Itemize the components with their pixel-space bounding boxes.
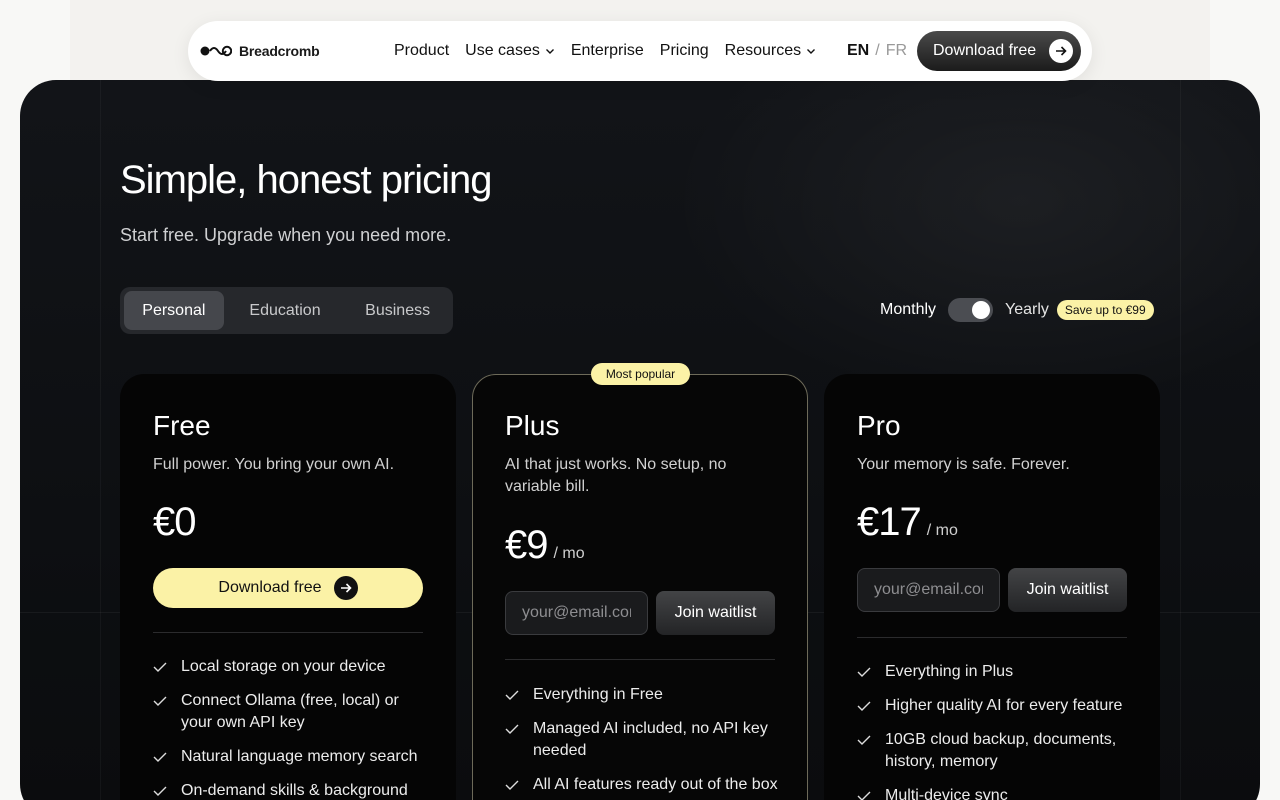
lang-en[interactable]: EN — [847, 42, 869, 60]
tab-personal[interactable]: Personal — [124, 291, 224, 330]
nav-download-label: Download free — [933, 42, 1037, 59]
plan-price: €0 — [153, 500, 196, 545]
check-icon — [857, 661, 871, 683]
price-period: / mo — [926, 522, 958, 539]
chevron-down-icon — [807, 49, 816, 54]
lang-fr[interactable]: FR — [886, 42, 907, 60]
arrow-right-icon — [1049, 39, 1073, 63]
price-value: €0 — [153, 500, 196, 544]
lang-separator: / — [875, 42, 880, 59]
page-subtitle: Start free. Upgrade when you need more. — [120, 225, 452, 245]
price-value: €17 — [857, 500, 922, 544]
menu-item-enterprise[interactable]: Enterprise — [571, 42, 644, 60]
check-icon — [857, 695, 871, 717]
check-icon — [857, 729, 871, 751]
join-waitlist-button[interactable]: Join waitlist — [656, 591, 775, 635]
check-icon — [153, 690, 167, 712]
divider — [505, 659, 775, 660]
button-label: Download free — [218, 579, 322, 596]
check-icon — [505, 718, 519, 740]
page-title: Simple, honest pricing — [120, 158, 493, 202]
yearly-label[interactable]: Yearly — [1005, 301, 1049, 319]
divider — [1180, 80, 1181, 800]
email-field[interactable] — [505, 591, 648, 635]
plan-description: Your memory is safe. Forever. — [857, 456, 1070, 473]
plan-name: Plus — [505, 410, 560, 441]
chevron-down-icon — [545, 49, 554, 54]
feature-item: Connect Ollama (free, local) or your own… — [153, 690, 433, 734]
check-icon — [153, 780, 167, 800]
feature-item: Natural language memory search — [153, 746, 433, 768]
billing-switch: Monthly Yearly Save up to €99 — [880, 298, 1154, 322]
plan-card-pro: Pro Your memory is safe. Forever. €17 / … — [824, 374, 1160, 800]
feature-list: Local storage on your device Connect Oll… — [153, 656, 433, 800]
check-icon — [153, 746, 167, 768]
feature-item: All AI features ready out of the box — [505, 774, 785, 796]
price-value: €9 — [505, 523, 548, 567]
nav-download-button[interactable]: Download free — [917, 31, 1081, 71]
menu-item-label: Resources — [724, 42, 802, 59]
download-free-button[interactable]: Download free — [153, 568, 423, 608]
menu-item-label: Product — [394, 42, 450, 59]
plan-card-free: Free Full power. You bring your own AI. … — [120, 374, 456, 800]
logo[interactable]: Breadcromb — [200, 21, 320, 81]
feature-item: Everything in Plus — [857, 661, 1137, 683]
menu-item-label: Use cases — [465, 42, 540, 59]
email-field[interactable] — [857, 568, 1000, 612]
tab-education[interactable]: Education — [228, 291, 343, 330]
plan-description: Full power. You bring your own AI. — [153, 456, 395, 473]
feature-item: Everything in Free — [505, 684, 785, 706]
save-badge: Save up to €99 — [1056, 300, 1154, 320]
plan-price: €9 / mo — [505, 523, 585, 568]
billing-toggle[interactable] — [948, 298, 994, 322]
tab-business[interactable]: Business — [346, 291, 449, 330]
menu-item-pricing[interactable]: Pricing — [660, 42, 709, 60]
check-icon — [857, 785, 871, 800]
audience-segmented-control: Personal Education Business — [120, 287, 453, 334]
most-popular-badge: Most popular — [591, 363, 690, 385]
language-switcher: EN / FR — [847, 21, 907, 81]
feature-list: Everything in Free Managed AI included, … — [505, 684, 785, 800]
main-menu: Product Use cases Enterprise Pricing Res… — [394, 21, 816, 81]
feature-item: Higher quality AI for every feature — [857, 695, 1137, 717]
feature-list: Everything in Plus Higher quality AI for… — [857, 661, 1137, 800]
menu-item-product[interactable]: Product — [394, 42, 449, 60]
check-icon — [505, 774, 519, 796]
plan-description: AI that just works. No setup, no variabl… — [505, 456, 727, 495]
join-waitlist-button[interactable]: Join waitlist — [1008, 568, 1127, 612]
check-icon — [505, 684, 519, 706]
feature-item: Local storage on your device — [153, 656, 433, 678]
plan-name: Free — [153, 410, 211, 441]
price-period: / mo — [553, 545, 585, 562]
monthly-label[interactable]: Monthly — [880, 301, 936, 319]
feature-item: On-demand skills & background — [153, 780, 433, 800]
feature-item: 10GB cloud backup, documents, history, m… — [857, 729, 1137, 773]
divider — [857, 637, 1127, 638]
top-nav: Breadcromb Product Use cases Enterprise … — [188, 21, 1092, 81]
menu-item-label: Pricing — [659, 42, 709, 59]
plan-name: Pro — [857, 410, 901, 441]
feature-item: Managed AI included, no API key needed — [505, 718, 785, 762]
plan-card-plus: Plus AI that just works. No setup, no va… — [472, 374, 808, 800]
divider — [153, 632, 423, 633]
menu-item-resources[interactable]: Resources — [725, 42, 816, 60]
menu-item-label: Enterprise — [570, 42, 644, 59]
toggle-knob — [972, 301, 991, 319]
logo-icon — [200, 45, 232, 57]
feature-item: Multi-device sync — [857, 785, 1137, 800]
menu-item-use-cases[interactable]: Use cases — [465, 42, 555, 60]
logo-text: Breadcromb — [239, 43, 320, 59]
check-icon — [153, 656, 167, 678]
divider — [100, 80, 101, 800]
plan-price: €17 / mo — [857, 500, 958, 545]
arrow-right-icon — [333, 576, 358, 600]
